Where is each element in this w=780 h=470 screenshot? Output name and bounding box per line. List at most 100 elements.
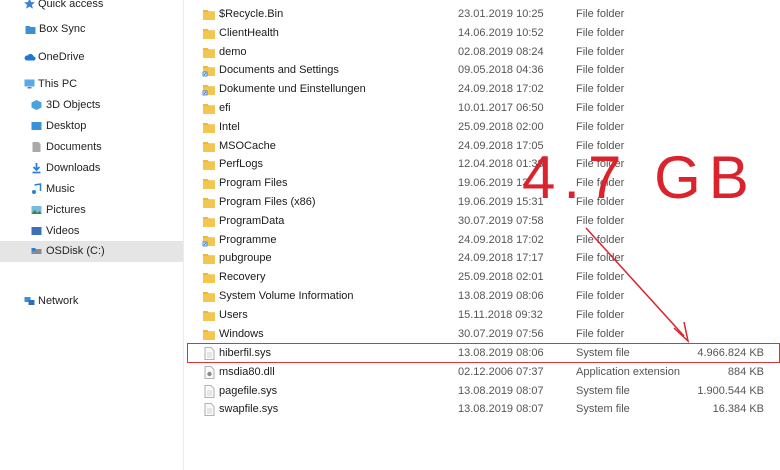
file-date-modified: 24.09.2018 17:17 [458, 252, 544, 264]
folder-icon [202, 271, 216, 284]
desktop-icon [31, 122, 42, 130]
nav-label: Box Sync [39, 23, 86, 35]
file-size: 884 KB [727, 366, 764, 378]
file-name: swapfile.sys [219, 403, 279, 415]
file-date-modified: 13.08.2019 08:07 [458, 403, 544, 415]
file-name: $Recycle.Bin [219, 8, 284, 20]
file-name: Program Files (x86) [219, 196, 316, 208]
file-row[interactable]: Programme 24.09.2018 17:02 File folder [184, 231, 780, 250]
file-row[interactable]: pubgroupe 24.09.2018 17:17 File folder [184, 249, 780, 268]
file-type: System file [576, 403, 630, 415]
file-date-modified: 15.11.2018 09:32 [458, 309, 543, 321]
file-row[interactable]: ClientHealth 14.06.2019 10:52 File folder [184, 24, 780, 43]
file-date-modified: 02.12.2006 07:37 [458, 366, 544, 378]
file-name: efi [219, 102, 231, 114]
file-row[interactable]: Recovery 25.09.2018 02:01 File folder [184, 268, 780, 287]
music-icon [32, 183, 42, 194]
folder-shortcut-icon [202, 64, 216, 77]
file-date-modified: 10.01.2017 06:50 [458, 102, 544, 114]
file-date-modified: 13.08.2019 08:06 [458, 347, 544, 359]
pictures-icon [31, 206, 42, 214]
size-annotation: 4.7 GB [522, 144, 757, 211]
file-row[interactable]: Dokumente und Einstellungen 24.09.2018 17… [184, 80, 780, 99]
file-name: msdia80.dll [219, 366, 275, 378]
nav-music[interactable]: Music [0, 179, 183, 200]
file-type: File folder [576, 8, 625, 20]
folder-icon [202, 140, 216, 153]
nav-label: OSDisk (C:) [46, 245, 105, 257]
folder-icon [202, 27, 216, 40]
folder-icon [202, 8, 216, 21]
folder-icon [202, 177, 216, 190]
file-date-modified: 25.09.2018 02:00 [458, 121, 544, 133]
nav-osdisk-c[interactable]: OSDisk (C:) [0, 241, 183, 262]
file-row[interactable]: Documents and Settings 09.05.2018 04:36 Fi… [184, 61, 780, 80]
folder-icon [202, 102, 216, 115]
file-type: File folder [576, 27, 625, 39]
nav-label: Videos [46, 225, 80, 237]
file-row[interactable]: Windows 30.07.2019 07:56 File folder [184, 325, 780, 344]
folder-icon [202, 215, 216, 228]
file-type: File folder [576, 46, 625, 58]
file-name: ClientHealth [219, 27, 279, 39]
file-type: File folder [576, 121, 625, 133]
nav-onedrive[interactable]: OneDrive [0, 47, 183, 68]
file-name: PerfLogs [219, 158, 264, 170]
nav-quick-access[interactable]: Quick access [0, 0, 183, 15]
file-row[interactable]: msdia80.dll 02.12.2006 07:37 Application e… [184, 363, 780, 382]
file-type: System file [576, 347, 630, 359]
folder-icon [202, 309, 216, 322]
file-row[interactable]: swapfile.sys 13.08.2019 08:07 System file 1… [184, 400, 780, 419]
file-name: Program Files [219, 177, 288, 189]
nav-desktop[interactable]: Desktop [0, 116, 183, 137]
folder-shortcut-icon [202, 234, 216, 247]
nav-3d-objects[interactable]: 3D Objects [0, 95, 183, 116]
document-icon [32, 142, 41, 152]
file-name: pubgroupe [219, 252, 272, 264]
file-size: 4.966.824 KB [697, 347, 764, 359]
system-file-icon [202, 347, 216, 360]
file-row[interactable]: pagefile.sys 13.08.2019 08:07 System file 1… [184, 382, 780, 401]
nav-label: This PC [38, 78, 78, 90]
file-type: Application extension [576, 366, 680, 378]
file-row[interactable]: Users 15.11.2018 09:32 File folder [184, 306, 780, 325]
folder-icon [202, 46, 216, 59]
file-row[interactable]: System Volume Information 13.08.2019 08:0… [184, 287, 780, 306]
nav-downloads[interactable]: Downloads [0, 158, 183, 179]
file-row[interactable]: efi 10.01.2017 06:50 File folder [184, 99, 780, 118]
file-date-modified: 24.09.2018 17:02 [458, 83, 544, 95]
file-row[interactable]: demo 02.08.2019 08:24 File folder [184, 43, 780, 62]
file-name: Programme [219, 234, 277, 246]
file-row[interactable]: $Recycle.Bin 23.01.2019 10:25 File folder [184, 5, 780, 24]
nav-box-sync[interactable]: Box Sync [0, 19, 183, 40]
file-row[interactable]: Intel 25.09.2018 02:00 File folder [184, 118, 780, 137]
nav-network[interactable]: Network [0, 291, 183, 312]
download-icon [32, 163, 41, 174]
file-name: ProgramData [219, 215, 285, 227]
nav-label: Quick access [38, 0, 104, 10]
star-icon [24, 0, 35, 9]
file-date-modified: 24.09.2018 17:02 [458, 234, 544, 246]
file-name: Dokumente und Einstellungen [219, 83, 366, 95]
nav-label: 3D Objects [46, 99, 101, 111]
file-date-modified: 14.06.2019 10:52 [458, 27, 544, 39]
nav-this-pc[interactable]: This PC [0, 74, 183, 95]
file-name: Users [219, 309, 248, 321]
file-row[interactable]: hiberfil.sys 13.08.2019 08:06 System file 4… [184, 344, 780, 363]
nav-label: Network [38, 295, 79, 307]
nav-videos[interactable]: Videos [0, 221, 183, 242]
file-size: 1.900.544 KB [697, 385, 764, 397]
system-file-icon [202, 403, 216, 416]
folder-icon [202, 121, 216, 134]
system-file-icon [202, 385, 216, 398]
nav-label: Pictures [46, 204, 86, 216]
nav-documents[interactable]: Documents [0, 137, 183, 158]
file-type: File folder [576, 328, 625, 340]
file-type: File folder [576, 271, 625, 283]
nav-pictures[interactable]: Pictures [0, 200, 183, 221]
nav-label: Desktop [46, 120, 87, 132]
file-name: hiberfil.sys [219, 347, 271, 359]
file-type: System file [576, 385, 630, 397]
file-list: $Recycle.Bin 23.01.2019 10:25 File folder C… [184, 0, 780, 470]
file-type: File folder [576, 234, 625, 246]
